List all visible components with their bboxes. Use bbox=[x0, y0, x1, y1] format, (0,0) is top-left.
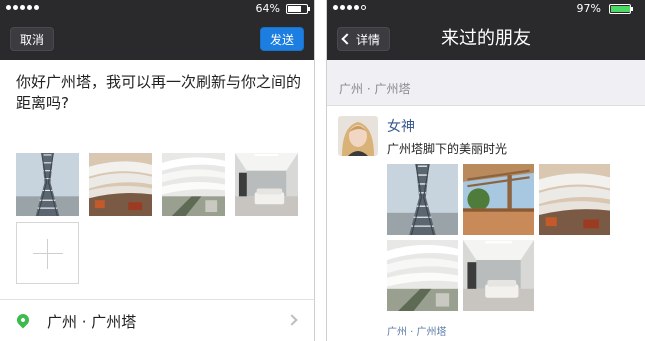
cancel-button[interactable]: 取消 bbox=[10, 27, 55, 51]
avatar[interactable] bbox=[338, 116, 378, 156]
post-caption: 广州塔脚下的美丽时光 bbox=[387, 142, 508, 156]
location-pin-icon bbox=[14, 311, 32, 329]
location-text: 广州 · 广州塔 bbox=[47, 313, 137, 331]
user-avatar-image bbox=[338, 116, 378, 156]
battery-icon bbox=[286, 4, 310, 14]
photo-thumbnail[interactable] bbox=[89, 153, 152, 216]
feed-photo[interactable] bbox=[463, 164, 534, 235]
tower-photo bbox=[16, 153, 79, 216]
interior-photo bbox=[162, 153, 225, 216]
feed-post: 女神 广州塔脚下的美丽时光 广州 · 广州塔 bbox=[327, 105, 645, 341]
section-label: 广州 · 广州塔 bbox=[339, 82, 411, 96]
feed-photo[interactable] bbox=[463, 240, 534, 311]
post-text-input[interactable]: 你好广州塔，我可以再一次刷新与你之间的距离吗? bbox=[16, 72, 306, 114]
user-name-link[interactable]: 女神 bbox=[387, 116, 415, 136]
compose-screen: 64% 取消 发送 你好广州塔，我可以再一次刷新与你之间的距离吗? 广州 · 广… bbox=[0, 0, 315, 341]
send-button[interactable]: 发送 bbox=[259, 27, 304, 51]
divider bbox=[315, 0, 326, 341]
tower-photo bbox=[387, 164, 458, 235]
add-photo-button[interactable] bbox=[16, 222, 79, 284]
visitors-screen: 97% 详情 来过的朋友 广州 · 广州塔 女神 广州塔脚下的美丽时光 广州 ·… bbox=[326, 0, 645, 341]
building-photo bbox=[539, 164, 610, 235]
interior-photo bbox=[387, 240, 458, 311]
nav-bar: 取消 发送 bbox=[0, 18, 314, 60]
photo-thumbnail[interactable] bbox=[16, 153, 79, 216]
location-row[interactable]: 广州 · 广州塔 bbox=[0, 299, 314, 341]
battery-percent: 64% bbox=[255, 2, 280, 15]
lobby-photo bbox=[235, 153, 298, 216]
lobby-photo bbox=[463, 240, 534, 311]
signal-dots bbox=[6, 5, 39, 10]
page-title: 来过的朋友 bbox=[441, 28, 531, 49]
status-bar: 64% bbox=[0, 0, 314, 18]
battery-percent: 97% bbox=[576, 2, 601, 15]
status-bar: 97% bbox=[327, 0, 645, 18]
terrace-photo bbox=[463, 164, 534, 235]
signal-dots bbox=[333, 5, 366, 10]
feed-photo[interactable] bbox=[387, 164, 458, 235]
nav-bar: 详情 来过的朋友 bbox=[327, 18, 645, 60]
chevron-right-icon bbox=[286, 314, 298, 326]
photo-thumbnail[interactable] bbox=[235, 153, 298, 216]
post-location-link[interactable]: 广州 · 广州塔 bbox=[387, 323, 447, 338]
building-photo bbox=[89, 153, 152, 216]
feed-photo[interactable] bbox=[387, 240, 458, 311]
photo-thumbnail[interactable] bbox=[162, 153, 225, 216]
feed-photo[interactable] bbox=[539, 164, 610, 235]
battery-icon bbox=[609, 4, 633, 14]
